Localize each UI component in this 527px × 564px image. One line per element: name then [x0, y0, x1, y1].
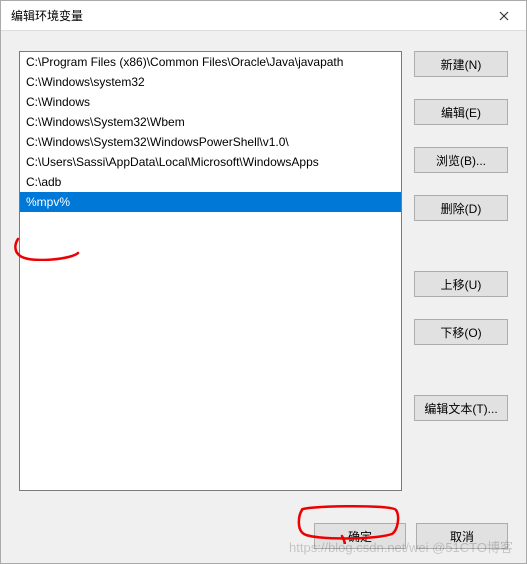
side-buttons: 新建(N) 编辑(E) 浏览(B)... 删除(D) 上移(U) 下移(O) 编…: [414, 51, 508, 511]
list-item[interactable]: C:\adb: [20, 172, 401, 192]
list-item[interactable]: C:\Program Files (x86)\Common Files\Orac…: [20, 52, 401, 72]
list-item[interactable]: C:\Windows\System32\Wbem: [20, 112, 401, 132]
list-item[interactable]: C:\Windows: [20, 92, 401, 112]
env-var-edit-dialog: 编辑环境变量 C:\Program Files (x86)\Common Fil…: [0, 0, 527, 564]
new-button[interactable]: 新建(N): [414, 51, 508, 77]
browse-button[interactable]: 浏览(B)...: [414, 147, 508, 173]
titlebar: 编辑环境变量: [1, 1, 526, 31]
edit-button[interactable]: 编辑(E): [414, 99, 508, 125]
main-row: C:\Program Files (x86)\Common Files\Orac…: [19, 51, 508, 511]
close-icon: [499, 11, 509, 21]
move-up-button[interactable]: 上移(U): [414, 271, 508, 297]
delete-button[interactable]: 删除(D): [414, 195, 508, 221]
watermark: https://blog.csdn.net/wei @51CTO博客: [289, 537, 513, 556]
list-item[interactable]: %mpv%: [20, 192, 401, 212]
list-item[interactable]: C:\Windows\System32\WindowsPowerShell\v1…: [20, 132, 401, 152]
list-item[interactable]: C:\Users\Sassi\AppData\Local\Microsoft\W…: [20, 152, 401, 172]
edit-text-button[interactable]: 编辑文本(T)...: [414, 395, 508, 421]
dialog-content: C:\Program Files (x86)\Common Files\Orac…: [1, 31, 526, 563]
close-button[interactable]: [482, 1, 526, 30]
dialog-title: 编辑环境变量: [11, 7, 482, 24]
list-item[interactable]: C:\Windows\system32: [20, 72, 401, 92]
move-down-button[interactable]: 下移(O): [414, 319, 508, 345]
path-listbox[interactable]: C:\Program Files (x86)\Common Files\Orac…: [19, 51, 402, 491]
